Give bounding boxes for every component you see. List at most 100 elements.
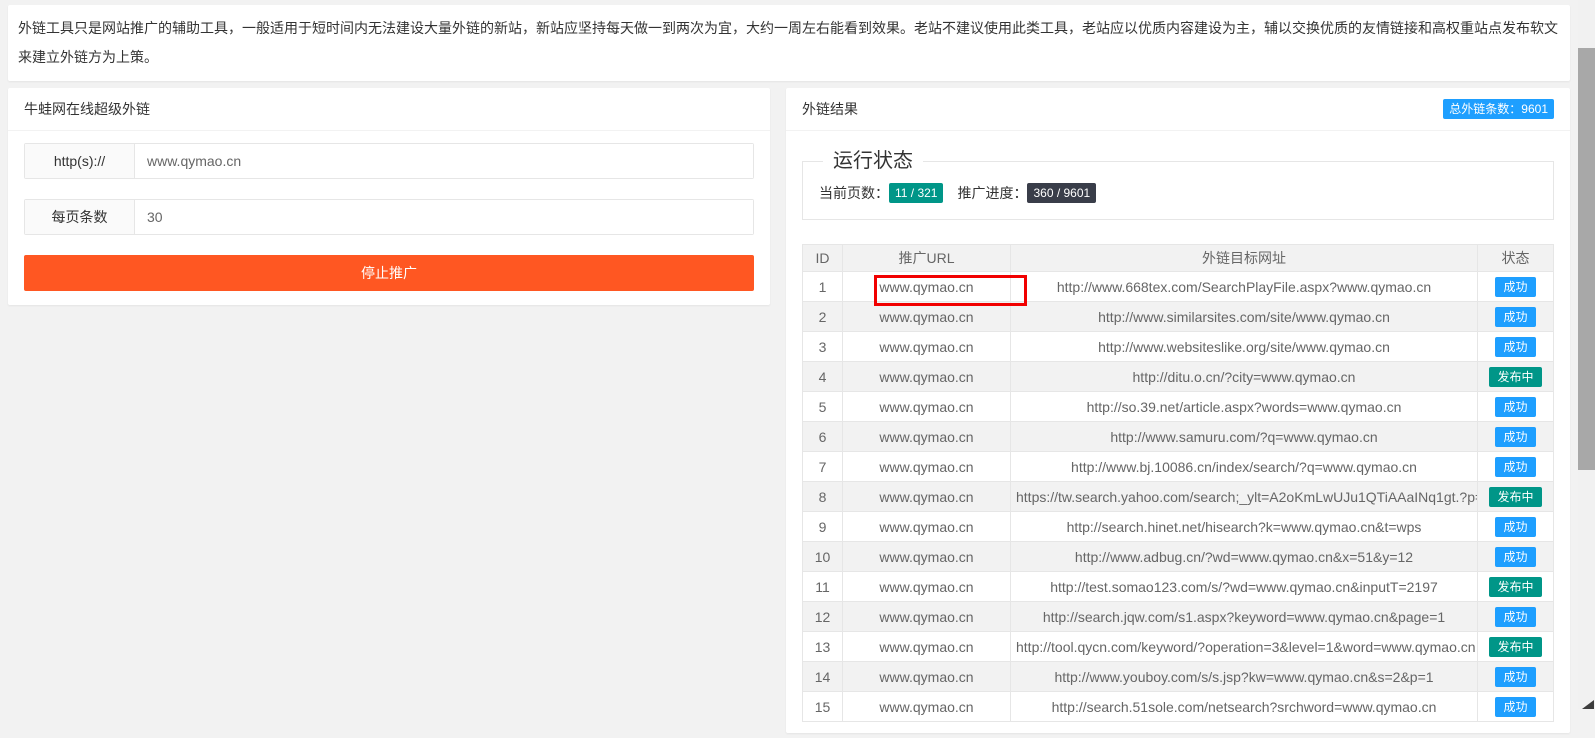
table-row: 2 www.qymao.cn http://www.similarsites.com… bbox=[802, 301, 1554, 332]
cell-target-url: http://search.hinet.net/hisearch?k=www.q… bbox=[1010, 511, 1478, 542]
per-page-label: 每页条数 bbox=[25, 200, 135, 234]
promo-panel-title: 牛蛙网在线超级外链 bbox=[24, 101, 150, 117]
cell-target-url: http://www.668tex.com/SearchPlayFile.asp… bbox=[1010, 271, 1478, 302]
cell-promo-url: www.qymao.cn bbox=[842, 361, 1011, 392]
cell-id: 7 bbox=[802, 451, 843, 482]
table-row: 5 www.qymao.cn http://so.39.net/article.as… bbox=[802, 391, 1554, 422]
run-status-fieldset: 运行状态 当前页数： 11 / 321 推广进度： 360 / 9601 bbox=[802, 150, 1554, 220]
cell-promo-url: www.qymao.cn bbox=[842, 691, 1011, 722]
column-header: ID bbox=[802, 244, 843, 272]
cell-target-url: http://www.websiteslike.org/site/www.qym… bbox=[1010, 331, 1478, 362]
cell-target-url: https://tw.search.yahoo.com/search;_ylt=… bbox=[1010, 481, 1478, 512]
cell-target-url: http://search.51sole.com/netsearch?srchw… bbox=[1010, 691, 1478, 722]
cell-target-url: http://so.39.net/article.aspx?words=www.… bbox=[1010, 391, 1478, 422]
notice-bar: 外链工具只是网站推广的辅助工具，一般适用于短时间内无法建设大量外链的新站，新站应… bbox=[8, 5, 1570, 81]
cell-target-url: http://www.youboy.com/s/s.jsp?kw=www.qym… bbox=[1010, 661, 1478, 692]
cell-id: 6 bbox=[802, 421, 843, 452]
cell-promo-url: www.qymao.cn bbox=[842, 631, 1011, 662]
cell-target-url: http://www.similarsites.com/site/www.qym… bbox=[1010, 301, 1478, 332]
cell-status: 发布中 bbox=[1477, 481, 1554, 512]
cell-promo-url: www.qymao.cn bbox=[842, 301, 1011, 332]
cell-promo-url: www.qymao.cn bbox=[842, 511, 1011, 542]
cell-id: 13 bbox=[802, 631, 843, 662]
table-row: 1 www.qymao.cn http://www.668tex.com/Searc… bbox=[802, 271, 1554, 302]
status-badge: 发布中 bbox=[1489, 576, 1542, 597]
status-badge: 发布中 bbox=[1489, 366, 1542, 387]
status-badge: 成功 bbox=[1495, 546, 1536, 567]
cell-status: 成功 bbox=[1477, 511, 1554, 542]
results-table: ID 推广URL 外链目标网址 状态 1 www.qymao.cn http://www.… bbox=[802, 244, 1554, 722]
promo-url-input[interactable] bbox=[135, 144, 753, 178]
cell-id: 8 bbox=[802, 481, 843, 512]
table-row: 14 www.qymao.cn http://www.youboy.com/s/s.… bbox=[802, 661, 1554, 692]
cell-status: 发布中 bbox=[1477, 631, 1554, 662]
cell-status: 成功 bbox=[1477, 451, 1554, 482]
cell-id: 9 bbox=[802, 511, 843, 542]
cell-promo-url: www.qymao.cn bbox=[842, 421, 1011, 452]
status-badge: 发布中 bbox=[1489, 636, 1542, 657]
cell-target-url: http://tool.qycn.com/keyword/?operation=… bbox=[1010, 631, 1478, 662]
results-panel-body: 运行状态 当前页数： 11 / 321 推广进度： 360 / 9601 ID 推… bbox=[786, 150, 1570, 738]
table-row: 15 www.qymao.cn http://search.51sole.com/n… bbox=[802, 691, 1554, 722]
url-scheme-label: http(s):// bbox=[25, 144, 135, 178]
status-badge: 成功 bbox=[1495, 516, 1536, 537]
status-badge: 成功 bbox=[1495, 456, 1536, 477]
cell-status: 成功 bbox=[1477, 391, 1554, 422]
status-badge: 成功 bbox=[1495, 696, 1536, 717]
per-page-input[interactable] bbox=[135, 200, 753, 234]
promo-panel-header: 牛蛙网在线超级外链 bbox=[8, 88, 770, 131]
progress-label: 推广进度： bbox=[957, 185, 1028, 201]
cell-target-url: http://www.bj.10086.cn/index/search/?q=w… bbox=[1010, 451, 1478, 482]
status-badge: 成功 bbox=[1495, 306, 1536, 327]
cell-promo-url: www.qymao.cn bbox=[842, 571, 1011, 602]
cell-promo-url: www.qymao.cn bbox=[842, 391, 1011, 422]
table-row: 3 www.qymao.cn http://www.websiteslike.org… bbox=[802, 331, 1554, 362]
cell-id: 12 bbox=[802, 601, 843, 632]
table-row: 10 www.qymao.cn http://www.adbug.cn/?wd=ww… bbox=[802, 541, 1554, 572]
cell-status: 成功 bbox=[1477, 301, 1554, 332]
cell-status: 成功 bbox=[1477, 601, 1554, 632]
column-header: 推广URL bbox=[842, 244, 1011, 272]
total-links-badge: 总外链条数：9601 bbox=[1443, 99, 1554, 119]
promo-panel: 牛蛙网在线超级外链 http(s):// 每页条数 停止推广 bbox=[8, 88, 770, 305]
cell-status: 成功 bbox=[1477, 331, 1554, 362]
status-badge: 成功 bbox=[1495, 276, 1536, 297]
results-table-wrap: ID 推广URL 外链目标网址 状态 1 www.qymao.cn http://www.… bbox=[802, 244, 1554, 722]
table-row: 13 www.qymao.cn http://tool.qycn.com/keywo… bbox=[802, 631, 1554, 662]
cell-status: 成功 bbox=[1477, 691, 1554, 722]
cell-id: 14 bbox=[802, 661, 843, 692]
cell-target-url: http://www.samuru.com/?q=www.qymao.cn bbox=[1010, 421, 1478, 452]
table-row: 8 www.qymao.cn https://tw.search.yahoo.com… bbox=[802, 481, 1554, 512]
cell-target-url: http://test.somao123.com/s/?wd=www.qymao… bbox=[1010, 571, 1478, 602]
cell-promo-url: www.qymao.cn bbox=[842, 541, 1011, 572]
vertical-scrollbar-thumb[interactable] bbox=[1578, 48, 1595, 470]
status-badge: 发布中 bbox=[1489, 486, 1542, 507]
table-row: 11 www.qymao.cn http://test.somao123.com/s… bbox=[802, 571, 1554, 602]
results-panel: 外链结果 总外链条数：9601 运行状态 当前页数： 11 / 321 推广进度… bbox=[786, 88, 1570, 733]
cell-status: 成功 bbox=[1477, 541, 1554, 572]
vertical-scrollbar-track[interactable] bbox=[1578, 0, 1595, 709]
cell-status: 成功 bbox=[1477, 271, 1554, 302]
cell-status: 发布中 bbox=[1477, 571, 1554, 602]
stop-promotion-button[interactable]: 停止推广 bbox=[24, 255, 754, 291]
cell-id: 1 bbox=[802, 271, 843, 302]
column-header: 外链目标网址 bbox=[1010, 244, 1478, 272]
cell-target-url: http://search.jqw.com/s1.aspx?keyword=ww… bbox=[1010, 601, 1478, 632]
current-page-label: 当前页数： bbox=[819, 185, 889, 201]
status-badge: 成功 bbox=[1495, 426, 1536, 447]
cell-id: 4 bbox=[802, 361, 843, 392]
cell-target-url: http://www.adbug.cn/?wd=www.qymao.cn&x=5… bbox=[1010, 541, 1478, 572]
status-badge: 成功 bbox=[1495, 606, 1536, 627]
notice-text: 外链工具只是网站推广的辅助工具，一般适用于短时间内无法建设大量外链的新站，新站应… bbox=[18, 20, 1558, 65]
status-badge: 成功 bbox=[1495, 666, 1536, 687]
cell-id: 5 bbox=[802, 391, 843, 422]
cell-id: 2 bbox=[802, 301, 843, 332]
status-badge: 成功 bbox=[1495, 336, 1536, 357]
cell-id: 10 bbox=[802, 541, 843, 572]
results-panel-header: 外链结果 总外链条数：9601 bbox=[786, 88, 1570, 131]
cell-promo-url: www.qymao.cn bbox=[842, 331, 1011, 362]
cell-status: 成功 bbox=[1477, 421, 1554, 452]
run-status-legend: 运行状态 bbox=[833, 150, 913, 172]
table-row: 6 www.qymao.cn http://www.samuru.com/?q=ww… bbox=[802, 421, 1554, 452]
cell-id: 15 bbox=[802, 691, 843, 722]
